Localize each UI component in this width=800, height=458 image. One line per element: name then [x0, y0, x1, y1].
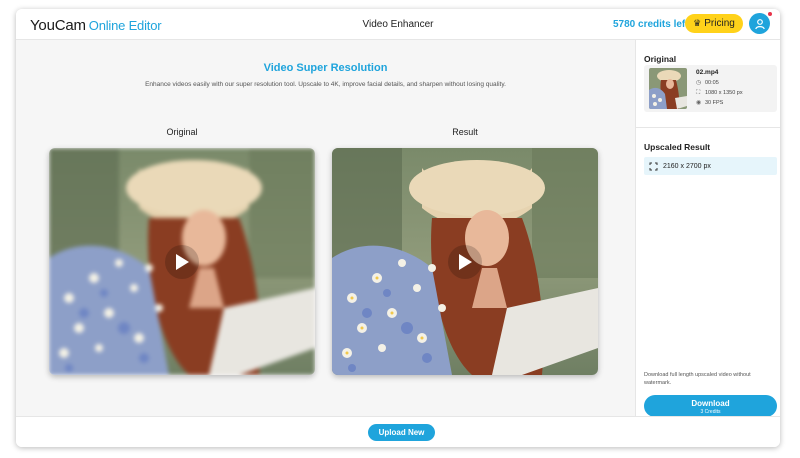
- gauge-icon: ◉: [696, 100, 702, 106]
- credits-count: 5780 credits left: [613, 19, 689, 30]
- play-button[interactable]: [448, 244, 482, 279]
- file-resolution: ⛶ 1080 x 1350 px: [696, 90, 743, 96]
- avatar[interactable]: [749, 13, 770, 34]
- file-name: 02.mp4: [696, 69, 719, 76]
- section-title: Video Super Resolution: [263, 62, 388, 74]
- download-note: Download full length upscaled video with…: [644, 372, 751, 386]
- user-icon: [754, 18, 765, 29]
- original-label: Original: [166, 127, 198, 137]
- top-bar: YouCam Online Editor Video Enhancer 5780 …: [16, 9, 780, 40]
- result-video[interactable]: [332, 148, 598, 375]
- original-heading: Original: [644, 54, 677, 64]
- play-button[interactable]: [165, 244, 199, 279]
- main-area: Video Super Resolution Enhance videos ea…: [16, 40, 635, 416]
- file-duration: ◷ 00:05: [696, 80, 719, 86]
- play-icon: [459, 253, 472, 270]
- download-label: Download: [691, 398, 730, 408]
- upscaled-resolution: 2160 x 2700 px: [663, 162, 711, 170]
- video-thumbnail: [649, 68, 687, 109]
- upscaled-resolution-card: 2160 x 2700 px: [644, 157, 777, 175]
- pricing-label: Pricing: [704, 18, 735, 29]
- expand-icon: [649, 162, 658, 170]
- bottom-bar: Upload New: [16, 416, 780, 447]
- original-file-card: 02.mp4 ◷ 00:05 ⛶ 1080 x 1350 px ◉ 30 FPS: [644, 65, 777, 112]
- original-video[interactable]: [49, 148, 315, 375]
- upload-new-button[interactable]: Upload New: [368, 424, 435, 441]
- clock-icon: ◷: [696, 80, 702, 86]
- app-window: YouCam Online Editor Video Enhancer 5780 …: [16, 9, 780, 447]
- download-button[interactable]: Download 3 Credits: [644, 395, 777, 417]
- section-description: Enhance videos easily with our super res…: [145, 81, 506, 88]
- file-fps: ◉ 30 FPS: [696, 100, 724, 106]
- crown-icon: ♛: [693, 18, 702, 28]
- resize-icon: ⛶: [696, 90, 701, 96]
- panel-divider: [636, 127, 780, 128]
- download-cost: 3 Credits: [700, 408, 721, 415]
- pricing-button[interactable]: ♛ Pricing: [685, 14, 743, 33]
- upscaled-heading: Upscaled Result: [644, 142, 711, 152]
- result-label: Result: [452, 127, 478, 137]
- play-icon: [176, 253, 189, 270]
- info-panel: Original 02.mp4 ◷ 00:05 ⛶ 1080 x 1350 px…: [635, 40, 780, 417]
- notification-dot: [768, 12, 772, 16]
